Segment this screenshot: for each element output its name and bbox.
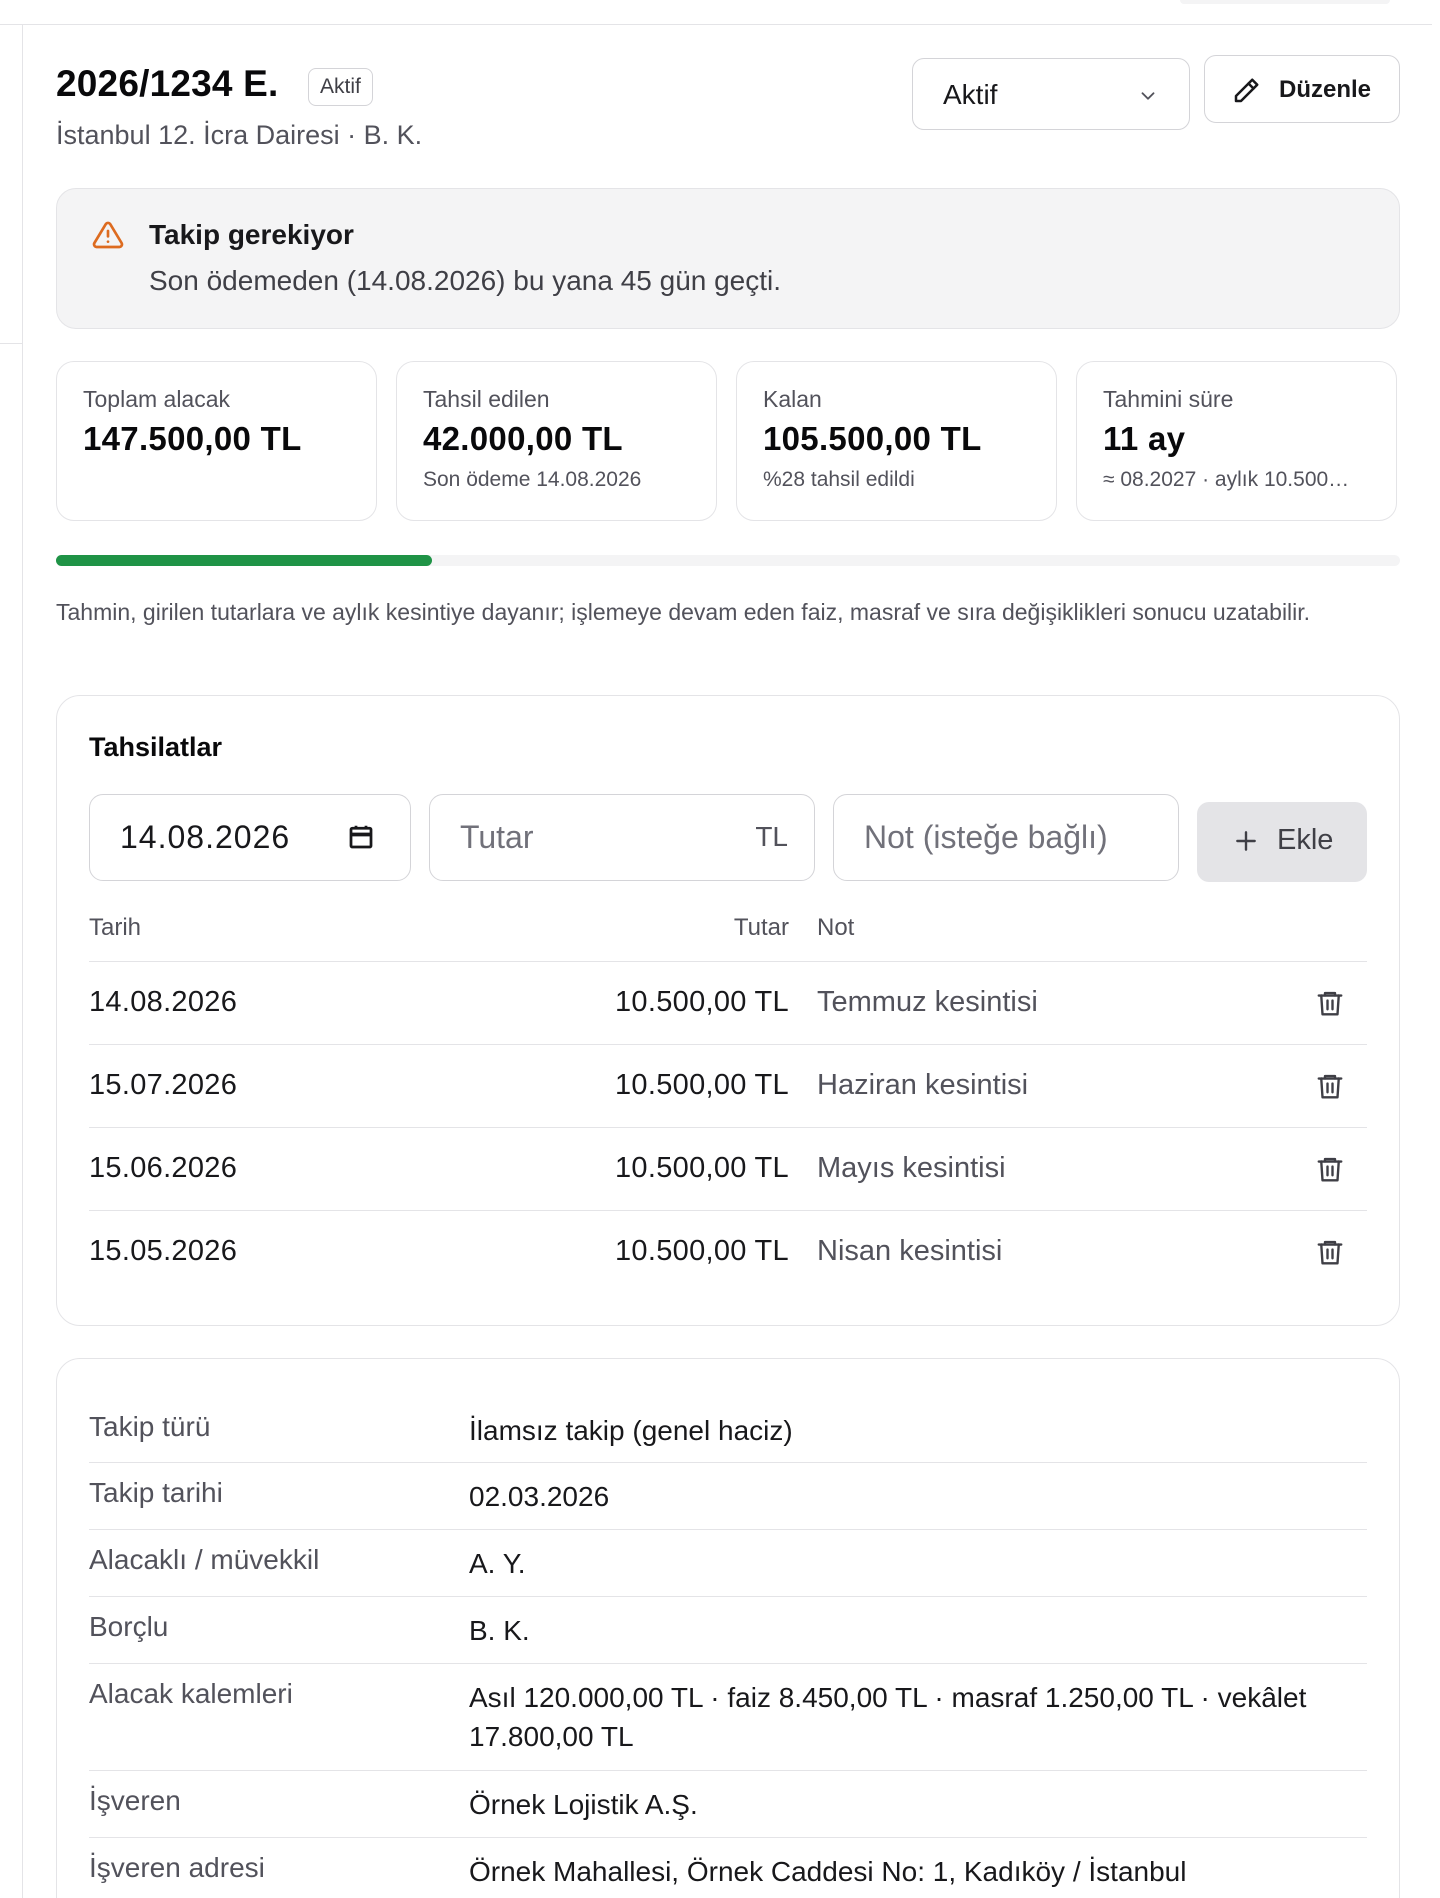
stat-value: 11 ay [1103, 420, 1186, 457]
detail-value: Asıl 120.000,00 TL · faiz 8.450,00 TL · … [469, 1682, 1307, 1752]
payment-amount-input[interactable]: Tutar TL [429, 794, 815, 881]
status-badge: Aktif [308, 68, 373, 106]
stat-card-remaining: Kalan 105.500,00 TL %28 tahsil edildi [736, 361, 1057, 521]
edit-button[interactable]: Düzenle [1204, 55, 1400, 123]
table-row: 14.08.2026 10.500,00 TL Temmuz kesintisi [89, 962, 1367, 1045]
case-header: 2026/1234 E. Aktif İstanbul 12. İcra Dai… [56, 25, 1400, 185]
detail-label: Alacaklı / müvekkil [89, 1544, 320, 1575]
payments-table-header: Tarih Tutar Not [89, 914, 1367, 962]
stat-value: 147.500,00 TL [83, 420, 302, 457]
sidebar-divider [0, 343, 22, 344]
payment-date: 15.06.2026 [89, 1152, 238, 1184]
progress-fill [56, 555, 433, 566]
payment-date-input[interactable]: 14.08.2026 [89, 794, 411, 881]
estimate-note: Tahmin, girilen tutarlara ve aylık kesin… [56, 599, 1311, 625]
status-select-value: Aktif [943, 79, 998, 110]
stat-label: Kalan [763, 386, 822, 412]
follow-up-alert: Takip gerekiyor Son ödemeden (14.08.2026… [56, 188, 1400, 329]
plus-icon [1236, 831, 1256, 851]
payment-amount: 10.500,00 TL [615, 1152, 789, 1184]
add-payment-button[interactable]: Ekle [1197, 802, 1367, 882]
case-subtitle: İstanbul 12. İcra Dairesi · B. K. [56, 120, 423, 150]
detail-value: İlamsız takip (genel haciz) [469, 1415, 793, 1446]
table-row: 15.07.2026 10.500,00 TL Haziran kesintis… [89, 1045, 1367, 1128]
column-header-note: Not [817, 914, 855, 941]
payment-date-value: 14.08.2026 [120, 819, 291, 855]
payment-date: 14.08.2026 [89, 986, 238, 1018]
payment-amount-placeholder: Tutar [460, 819, 534, 855]
stat-card-collected: Tahsil edilen 42.000,00 TL Son ödeme 14.… [396, 361, 717, 521]
trash-icon[interactable] [1315, 986, 1345, 1020]
stat-subtext: Son ödeme 14.08.2026 [423, 468, 642, 491]
add-payment-label: Ekle [1277, 824, 1334, 856]
trash-icon[interactable] [1315, 1069, 1345, 1103]
payment-amount: 10.500,00 TL [615, 986, 789, 1018]
detail-value: 02.03.2026 [469, 1481, 610, 1512]
stat-value: 42.000,00 TL [423, 420, 623, 457]
payment-note-input[interactable]: Not (isteğe bağlı) [833, 794, 1179, 881]
column-header-date: Tarih [89, 914, 142, 941]
case-details-card: Takip türü İlamsız takip (genel haciz) T… [56, 1358, 1400, 1898]
detail-row: Alacak kalemleri Asıl 120.000,00 TL · fa… [89, 1664, 1367, 1771]
detail-row: Takip tarihi 02.03.2026 [89, 1463, 1367, 1530]
payment-note-placeholder: Not (isteğe bağlı) [864, 819, 1108, 855]
alert-text: Son ödemeden (14.08.2026) bu yana 45 gün… [149, 265, 782, 296]
stat-subtext: ≈ 08.2027 · aylık 10.500… [1103, 468, 1350, 491]
payment-amount: 10.500,00 TL [615, 1069, 789, 1101]
stat-label: Toplam alacak [83, 386, 231, 412]
case-detail: 2026/1234 E. Aktif İstanbul 12. İcra Dai… [56, 25, 1400, 1898]
payment-amount: 10.500,00 TL [615, 1235, 789, 1267]
alert-title: Takip gerekiyor [149, 219, 354, 250]
detail-row: Takip türü İlamsız takip (genel haciz) [89, 1397, 1367, 1463]
payment-note: Haziran kesintisi [817, 1069, 1029, 1101]
status-select[interactable]: Aktif [912, 58, 1190, 130]
detail-label: Takip tarihi [89, 1477, 223, 1508]
collection-progress-bar [56, 555, 1400, 566]
warning-icon [92, 221, 124, 249]
page-title: 2026/1234 E. [56, 63, 279, 104]
detail-value: B. K. [469, 1615, 530, 1646]
column-header-amount: Tutar [733, 914, 789, 941]
detail-label: İşveren adresi [89, 1852, 265, 1883]
payment-note: Temmuz kesintisi [817, 986, 1038, 1018]
trash-icon[interactable] [1315, 1235, 1345, 1269]
stat-subtext: %28 tahsil edildi [763, 468, 915, 491]
detail-row: Alacaklı / müvekkil A. Y. [89, 1530, 1367, 1597]
sidebar-edge [22, 24, 23, 1898]
top-tab-edge [1180, 0, 1390, 4]
stat-cards: Toplam alacak 147.500,00 TL Tahsil edile… [56, 361, 1400, 521]
detail-value: Örnek Lojistik A.Ş. [469, 1789, 698, 1820]
payment-note: Nisan kesintisi [817, 1235, 1003, 1267]
detail-row: İşveren adresi Örnek Mahallesi, Örnek Ca… [89, 1838, 1367, 1898]
stat-label: Tahsil edilen [423, 386, 550, 412]
table-row: 15.06.2026 10.500,00 TL Mayıs kesintisi [89, 1128, 1367, 1211]
edit-button-label: Düzenle [1279, 76, 1372, 103]
table-row: 15.05.2026 10.500,00 TL Nisan kesintisi [89, 1211, 1367, 1294]
payments-card: Tahsilatlar 14.08.2026 Tutar TL Not (ist… [56, 695, 1400, 1326]
trash-icon[interactable] [1315, 1152, 1345, 1186]
payment-amount-suffix: TL [755, 821, 788, 852]
detail-label: Borçlu [89, 1611, 169, 1642]
payments-title: Tahsilatlar [89, 732, 223, 762]
stat-value: 105.500,00 TL [763, 420, 982, 457]
pencil-icon [1234, 78, 1259, 103]
detail-label: İşveren [89, 1785, 181, 1816]
payment-date: 15.05.2026 [89, 1235, 238, 1267]
detail-row: Borçlu B. K. [89, 1597, 1367, 1664]
payment-note: Mayıs kesintisi [817, 1152, 1006, 1184]
calendar-icon[interactable] [346, 821, 376, 853]
chevron-down-icon [1141, 92, 1155, 100]
stat-card-total: Toplam alacak 147.500,00 TL [56, 361, 377, 521]
detail-row: İşveren Örnek Lojistik A.Ş. [89, 1771, 1367, 1838]
detail-label: Alacak kalemleri [89, 1678, 293, 1709]
stat-label: Tahmini süre [1103, 386, 1234, 412]
payment-date: 15.07.2026 [89, 1069, 238, 1101]
detail-value: A. Y. [469, 1548, 526, 1579]
detail-value: Örnek Mahallesi, Örnek Caddesi No: 1, Ka… [469, 1856, 1187, 1887]
detail-label: Takip türü [89, 1411, 211, 1442]
stat-card-estimate: Tahmini süre 11 ay ≈ 08.2027 · aylık 10.… [1076, 361, 1397, 521]
